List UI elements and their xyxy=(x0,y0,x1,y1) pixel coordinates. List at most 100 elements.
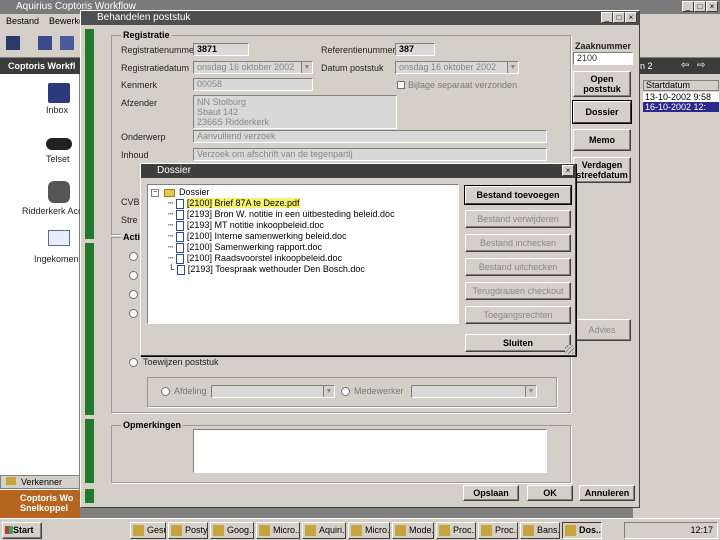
nav-forward-icon[interactable]: ⇨ xyxy=(697,61,705,71)
bestand-inchecken-button[interactable]: Bestand inchecken xyxy=(465,234,571,252)
taskbar-item-6[interactable]: Micro... xyxy=(348,522,390,539)
nav-item-telset[interactable]: Telset xyxy=(46,154,70,164)
tray-clock[interactable]: 12:17 xyxy=(690,525,713,535)
dialog-minimize-button[interactable]: _ xyxy=(601,12,613,23)
registratienummer-field[interactable]: 3871 xyxy=(193,43,249,56)
afdeling-dropdown-icon[interactable]: ▼ xyxy=(323,386,334,397)
taskbar-item-8[interactable]: Proc... xyxy=(436,522,476,539)
toolbar-icon-3[interactable] xyxy=(60,36,74,50)
tree-file-7[interactable]: └ [2193] Toespraak wethouder Den Bosch.d… xyxy=(168,264,365,275)
afzender-field[interactable]: NN Stolburg Sbaut 142 2366S Ridderkerk xyxy=(193,95,397,129)
tree-file-1[interactable]: ┄ [2100] Brief 87A te Deze.pdf xyxy=(168,198,300,209)
medewerker-radio[interactable] xyxy=(341,387,350,396)
taskbar-item-5-label: Aquiri... xyxy=(319,525,345,535)
envelope-icon[interactable] xyxy=(48,230,70,246)
taskbar-item-10[interactable]: Bans... xyxy=(520,522,560,539)
datum-poststuk-field[interactable]: onsdag 16 oktober 2002 ▼ xyxy=(395,61,519,74)
shortcut-bar[interactable]: Coptoris Wo Snelkoppel xyxy=(0,490,80,518)
registratiedatum-value: onsdag 16 oktober 2002 xyxy=(197,62,295,72)
action-radio-2[interactable] xyxy=(129,271,138,280)
bestand-toevoegen-button[interactable]: Bestand toevoegen xyxy=(465,186,571,204)
nav-item-inbox[interactable]: Inbox xyxy=(46,105,68,115)
sluiten-button[interactable]: Sluiten xyxy=(465,334,571,352)
afdeling-radio[interactable] xyxy=(161,387,170,396)
toewijzen-radio[interactable] xyxy=(129,358,138,367)
nav-item-ingekomen[interactable]: Ingekomen p xyxy=(34,254,86,264)
main-minimize-button[interactable]: _ xyxy=(682,1,694,12)
resize-grip-icon[interactable] xyxy=(565,345,574,354)
cvb-label: CVB xyxy=(121,197,140,207)
verdagen-button[interactable]: Verdagen streefdatum xyxy=(573,157,631,183)
medewerker-label: Medewerker xyxy=(354,386,404,396)
tree-file-3[interactable]: ┄ [2193] MT notitie inkoopbeleid.doc xyxy=(168,220,324,231)
inhoud-field[interactable]: Verzoek om afschrift van de tegenpartij xyxy=(193,148,547,161)
tree-file-4[interactable]: ┄ [2100] Interne samenwerking beleid.doc xyxy=(168,231,347,242)
registratiedatum-dropdown-icon[interactable]: ▼ xyxy=(301,62,312,73)
taskbar-item-5[interactable]: Aquiri... xyxy=(302,522,346,539)
bijlage-checkbox[interactable] xyxy=(397,81,405,89)
app-icon xyxy=(565,525,576,536)
menu-bestand[interactable]: Bestand xyxy=(6,16,39,26)
bestand-verwijderen-button[interactable]: Bestand verwijderen xyxy=(465,210,571,228)
opmerkingen-textarea[interactable] xyxy=(193,429,547,473)
toegangsrechten-button[interactable]: Toegangsrechten xyxy=(465,306,571,324)
opslaan-button[interactable]: Opslaan xyxy=(463,485,519,501)
action-radio-1[interactable] xyxy=(129,252,138,261)
onderwerp-field[interactable]: Aanvullend verzoek xyxy=(193,130,547,143)
taskbar-item-1[interactable]: Gesu... xyxy=(130,522,166,539)
dossier-button[interactable]: Dossier xyxy=(573,101,631,123)
toolbar-icon-2[interactable] xyxy=(38,36,52,50)
action-radio-3[interactable] xyxy=(129,290,138,299)
referentienummer-label: Referentienummer xyxy=(321,45,396,55)
tree-collapse-icon[interactable]: − xyxy=(151,188,159,197)
toolbar-icon-1[interactable] xyxy=(6,36,20,50)
main-close-button[interactable]: × xyxy=(706,1,718,12)
ok-button[interactable]: OK xyxy=(527,485,573,501)
registratiedatum-field[interactable]: onsdag 16 oktober 2002 ▼ xyxy=(193,61,313,74)
medewerker-dropdown[interactable]: ▼ xyxy=(411,385,537,398)
tree-file-5[interactable]: ┄ [2100] Samenwerking rapport.doc xyxy=(168,242,322,253)
inbox-icon[interactable] xyxy=(48,83,70,103)
memo-button[interactable]: Memo xyxy=(573,129,631,151)
bijlage-label: Bijlage separaat verzonden xyxy=(408,80,518,90)
datum-poststuk-dropdown-icon[interactable]: ▼ xyxy=(507,62,518,73)
kenmerk-field[interactable]: 00058 xyxy=(193,78,313,91)
dossier-tree[interactable]: − Dossier ┄ [2100] Brief 87A te Deze.pdf… xyxy=(147,184,459,324)
tree-root[interactable]: − Dossier xyxy=(151,187,210,198)
database-icon[interactable] xyxy=(48,181,70,203)
taskbar-item-9[interactable]: Proc... xyxy=(478,522,518,539)
dialog-close-button[interactable]: × xyxy=(625,12,637,23)
taskbar-item-4[interactable]: Micro... xyxy=(256,522,300,539)
right-list-row-2[interactable]: 16-10-2002 12: xyxy=(643,102,719,112)
tree-file-6-label: [2100] Raadsvoorstel inkoopbeleid.doc xyxy=(186,253,343,263)
annuleren-button[interactable]: Annuleren xyxy=(579,485,635,501)
dialog-maximize-button[interactable]: □ xyxy=(613,12,625,23)
taskbar-item-3[interactable]: Goog... xyxy=(210,522,254,539)
open-poststuk-button[interactable]: Open poststuk xyxy=(573,71,631,97)
advies-button[interactable]: Advies xyxy=(573,319,631,341)
tree-file-2[interactable]: ┄ [2193] Bron W. notitie in een uitbeste… xyxy=(168,209,395,220)
nav-item-ridderkerk[interactable]: Ridderkerk Acc xyxy=(22,206,83,216)
app-icon xyxy=(523,525,534,536)
action-radio-4[interactable] xyxy=(129,309,138,318)
nav-back-icon[interactable]: ⇦ xyxy=(681,61,689,71)
taskbar-item-2[interactable]: Posty... xyxy=(168,522,208,539)
inhoud-label: Inhoud xyxy=(121,150,149,160)
right-list-row-1[interactable]: 13-10-2002 9:58 xyxy=(643,92,719,102)
dossier-close-button[interactable]: × xyxy=(562,165,574,176)
taskbar-item-7[interactable]: Mode... xyxy=(392,522,434,539)
referentienummer-field[interactable]: 387 xyxy=(395,43,435,56)
start-button[interactable]: Start xyxy=(2,522,42,539)
tree-file-6[interactable]: ┄ [2100] Raadsvoorstel inkoopbeleid.doc xyxy=(168,253,342,264)
taskbar-item-11[interactable]: Dos... xyxy=(562,522,602,539)
afdeling-dropdown[interactable]: ▼ xyxy=(211,385,335,398)
telephone-icon[interactable] xyxy=(46,138,72,150)
tree-root-label: Dossier xyxy=(179,187,210,197)
dossier-dialog: Dossier × − Dossier ┄ [2100] Brief 87A t… xyxy=(140,163,576,356)
zaaknummer-field[interactable]: 2100 xyxy=(573,52,633,65)
medewerker-dropdown-icon[interactable]: ▼ xyxy=(525,386,536,397)
bestand-uitchecken-button[interactable]: Bestand uitchecken xyxy=(465,258,571,276)
terugdraaien-checkout-button[interactable]: Terugdraaien checkout xyxy=(465,282,571,300)
main-maximize-button[interactable]: □ xyxy=(694,1,706,12)
taskbar: Start Gesu... Posty... Goog... Micro... … xyxy=(0,518,720,540)
